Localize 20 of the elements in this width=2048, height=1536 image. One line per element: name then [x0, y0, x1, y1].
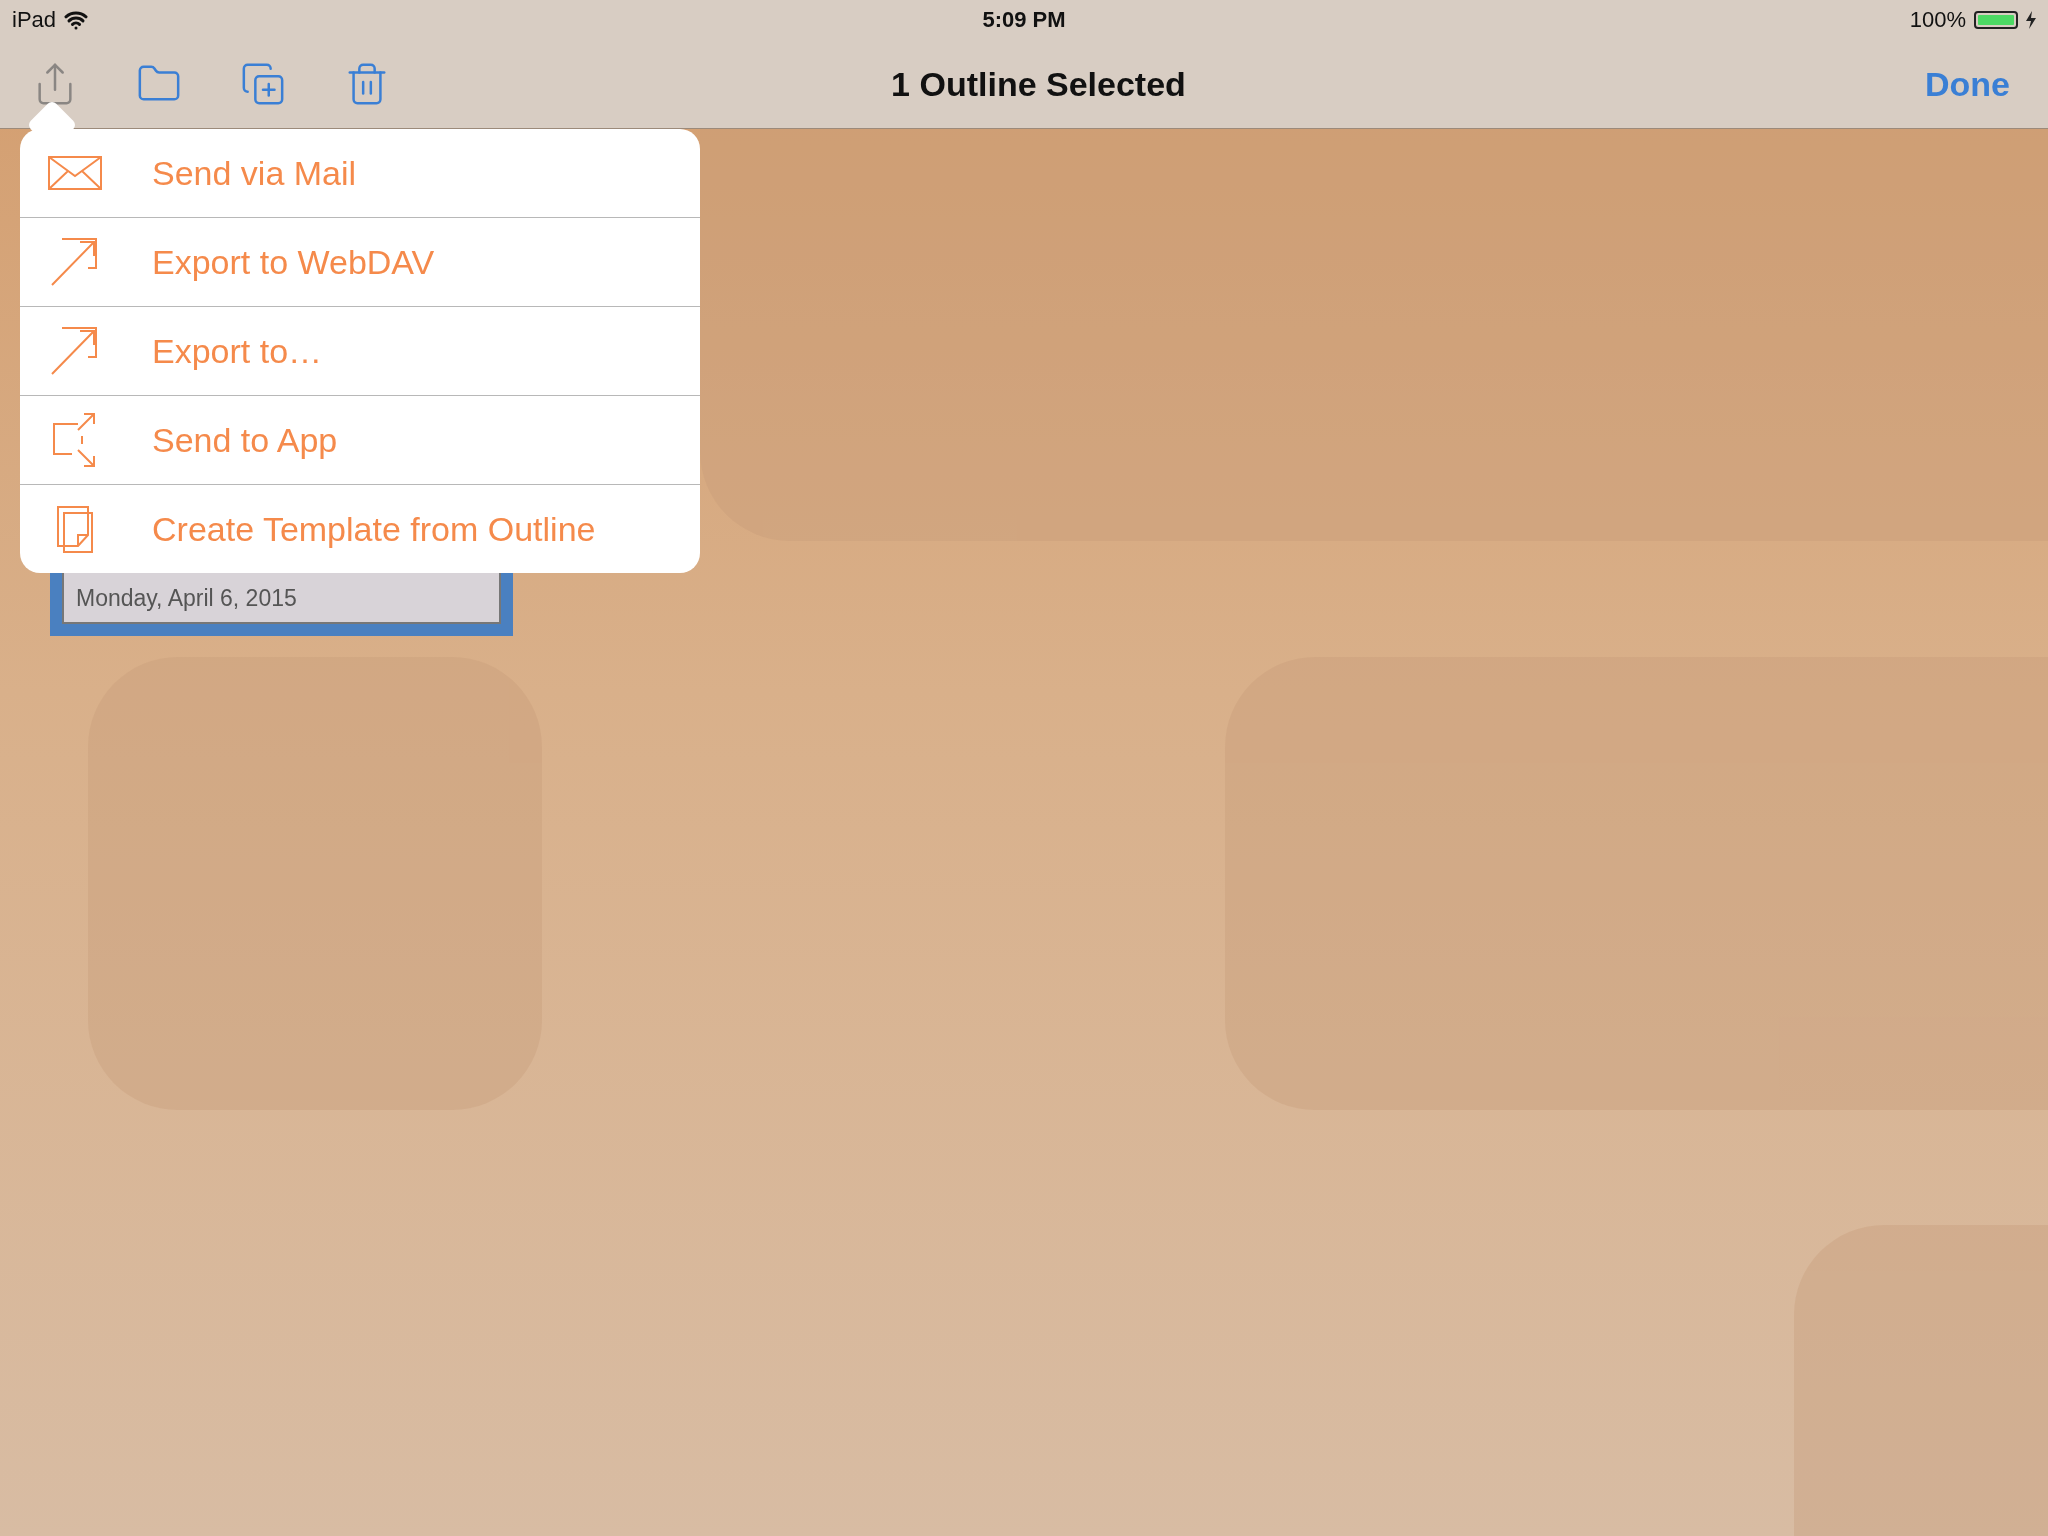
- outline-date: Monday, April 6, 2015: [76, 585, 297, 612]
- menu-item[interactable]: Export to WebDAV: [20, 217, 700, 306]
- toolbar-title: 1 Outline Selected: [890, 64, 1187, 104]
- battery-percent: 100%: [1909, 7, 1966, 33]
- export-arrow-icon: [50, 238, 100, 286]
- duplicate-button[interactable]: [240, 61, 286, 107]
- menu-item[interactable]: Send to App: [20, 395, 700, 484]
- duplicate-icon: [240, 61, 286, 107]
- clock: 5:09 PM: [982, 7, 1066, 33]
- device-name: iPad: [12, 7, 57, 33]
- done-button[interactable]: Done: [1925, 64, 2010, 104]
- documents-icon: [56, 505, 94, 553]
- send-to-app-icon: [52, 412, 98, 468]
- menu-item[interactable]: Export to…: [20, 306, 700, 395]
- menu-item[interactable]: Create Template from Outline: [20, 484, 700, 573]
- envelope-icon: [48, 156, 102, 190]
- export-arrow-icon: [50, 327, 100, 375]
- charging-icon: [2026, 11, 2036, 29]
- battery-icon: [1974, 11, 2018, 29]
- menu-item[interactable]: Send via Mail: [20, 129, 700, 217]
